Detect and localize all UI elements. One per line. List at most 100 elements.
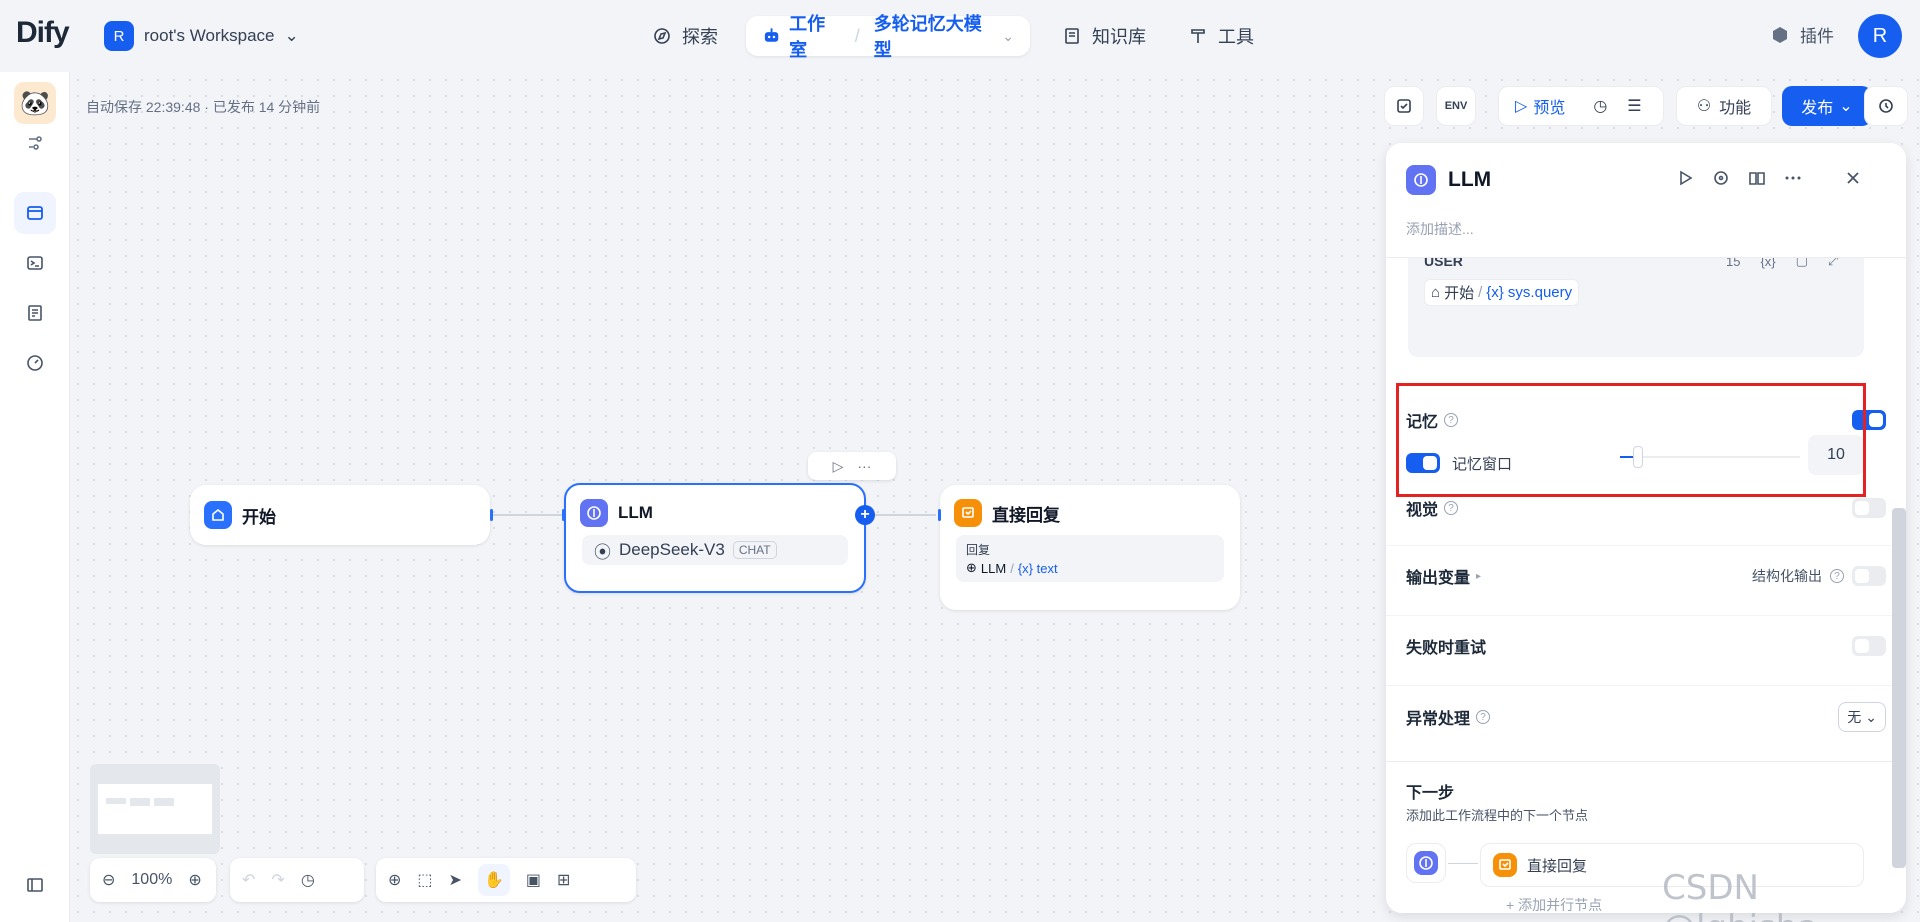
pointer-icon[interactable]: ➤ — [449, 870, 462, 890]
node-start[interactable]: 开始 — [190, 485, 490, 545]
retry-row: 失败时重试 — [1386, 631, 1906, 661]
add-parallel-node[interactable]: + 添加并行节点 — [1506, 895, 1602, 913]
user-avatar[interactable]: R — [1858, 14, 1902, 58]
reply-variable: ⊕ LLM / {x} text — [966, 560, 1214, 576]
nav-tools[interactable]: 工具 — [1188, 16, 1254, 56]
panel-scrollbar[interactable] — [1892, 508, 1906, 868]
error-handling-select[interactable]: 无 ⌄ — [1838, 702, 1886, 732]
features-button[interactable]: ⚇ 功能 — [1676, 86, 1772, 126]
nav-explore-label: 探索 — [682, 27, 718, 47]
panel-title[interactable]: LLM — [1448, 168, 1491, 192]
node-toolbar: ▷ ··· — [808, 452, 896, 480]
version-history-icon[interactable]: ◷ — [301, 870, 315, 890]
divider — [1386, 761, 1906, 762]
add-note-icon[interactable]: ⬚ — [417, 870, 432, 890]
minimap-node — [106, 798, 126, 804]
reply-label: 回复 — [966, 543, 991, 557]
llm-model-selector[interactable]: ⦿ DeepSeek-V3 CHAT — [582, 535, 848, 565]
user-prompt-box[interactable]: USER 15 {x} ▢ ⤢ ⌂ 开始 / {x} sys.query — [1408, 243, 1864, 357]
reply-var-node: LLM — [980, 560, 1007, 576]
answer-input-handle[interactable] — [938, 509, 941, 521]
history-icon[interactable] — [1864, 86, 1908, 126]
gauge-icon[interactable] — [14, 342, 56, 384]
sidebar-toggle-icon[interactable] — [14, 864, 56, 906]
nav-explore[interactable]: 探索 — [652, 16, 718, 56]
node-llm[interactable]: LLM ⦿ DeepSeek-V3 CHAT — [564, 483, 866, 593]
run-history-icon[interactable]: ◷ — [1593, 96, 1607, 116]
structured-output-toggle[interactable] — [1852, 566, 1886, 586]
publish-button[interactable]: 发布 ⌄ — [1782, 86, 1872, 126]
orchestrate-icon[interactable] — [14, 192, 56, 234]
app-icon[interactable]: 🐼 — [14, 82, 56, 124]
top-bar: Dify R root's Workspace ⌄ 探索 工作室 / 多轮记忆大… — [0, 0, 1920, 72]
minimap[interactable] — [90, 764, 220, 854]
more-icon[interactable] — [1784, 169, 1802, 187]
chevron-down-icon: ⌄ — [1002, 27, 1014, 44]
workspace-switcher[interactable]: R root's Workspace ⌄ — [104, 21, 299, 51]
vision-toggle[interactable] — [1852, 498, 1886, 518]
zoom-controls: ⊖ 100% ⊕ — [90, 858, 216, 902]
hand-icon[interactable]: ✋ — [477, 864, 510, 896]
dify-logo[interactable]: Dify — [16, 16, 70, 50]
logs-icon[interactable] — [14, 292, 56, 334]
chevron-down-icon: ⌄ — [1839, 98, 1853, 115]
llm-input-handle[interactable] — [562, 509, 565, 521]
llm-small-icon: ⊕ — [966, 560, 977, 575]
add-node-icon[interactable]: ⊕ — [388, 870, 401, 890]
run-node-icon[interactable]: ▷ — [833, 458, 844, 475]
checklist-icon[interactable]: ☰ — [1627, 96, 1641, 116]
locate-icon[interactable] — [1712, 169, 1730, 187]
user-var-separator: / — [1478, 284, 1483, 301]
nav-tools-label: 工具 — [1218, 27, 1254, 47]
organize-icon[interactable]: ⊞ — [557, 870, 570, 890]
book-icon — [1065, 28, 1079, 44]
model-provider-icon: ⦿ — [594, 542, 611, 562]
next-step-title: 下一步 — [1406, 785, 1455, 802]
help-icon[interactable]: ? — [1476, 710, 1491, 724]
llm-model-name: DeepSeek-V3 — [619, 540, 725, 559]
nav-studio[interactable]: 工作室 / 多轮记忆大模型 ⌄ — [746, 14, 1030, 60]
nav-separator: / — [854, 25, 860, 46]
description-input[interactable]: 添加描述... — [1406, 219, 1474, 239]
current-app-name[interactable]: 多轮记忆大模型 — [874, 10, 994, 62]
zoom-in-icon[interactable]: ⊕ — [188, 870, 201, 890]
plugins-label: 插件 — [1800, 27, 1834, 46]
vision-row: 视觉? — [1386, 493, 1906, 523]
add-next-node-icon[interactable]: + — [855, 505, 875, 525]
edge-start-llm — [492, 514, 562, 516]
more-icon[interactable]: ··· — [857, 458, 871, 474]
node-answer[interactable]: 直接回复 回复 ⊕ LLM / {x} text — [940, 485, 1240, 610]
features-icon: ⚇ — [1696, 98, 1712, 115]
next-node-label: 直接回复 — [1527, 857, 1588, 875]
node-llm-title: LLM — [618, 503, 653, 522]
close-icon[interactable] — [1844, 169, 1862, 187]
caret-right-icon[interactable]: ▸ — [1476, 571, 1481, 582]
features-label: 功能 — [1719, 100, 1752, 117]
divider — [1386, 685, 1906, 686]
output-vars-label[interactable]: 输出变量 — [1406, 564, 1470, 588]
preview-button[interactable]: ▷ 预览 — [1515, 94, 1565, 118]
redo-icon[interactable]: ↷ — [271, 870, 284, 890]
export-image-icon[interactable]: ▣ — [526, 870, 541, 890]
sliders-icon[interactable] — [14, 128, 56, 158]
nav-knowledge-label: 知识库 — [1092, 27, 1146, 47]
env-button[interactable]: ENV — [1436, 86, 1476, 126]
play-icon[interactable] — [1676, 169, 1694, 187]
publish-label: 发布 — [1801, 100, 1834, 117]
nav-knowledge[interactable]: 知识库 — [1062, 16, 1146, 56]
retry-toggle[interactable] — [1852, 636, 1886, 656]
help-icon[interactable]: ? — [1444, 501, 1459, 515]
memory-highlight-box — [1396, 383, 1866, 497]
plugins-button[interactable]: 插件 — [1770, 22, 1834, 47]
vision-label: 视觉 — [1406, 502, 1439, 519]
checklist-icon[interactable] — [1384, 86, 1424, 126]
zoom-out-icon[interactable]: ⊖ — [102, 870, 115, 890]
terminal-icon[interactable] — [14, 242, 56, 284]
reply-var-separator: / — [1010, 560, 1014, 576]
book-open-icon[interactable] — [1748, 169, 1766, 187]
start-output-handle[interactable] — [490, 509, 493, 521]
undo-icon[interactable]: ↶ — [242, 870, 255, 890]
help-icon[interactable]: ? — [1830, 569, 1844, 583]
zoom-level[interactable]: 100% — [131, 871, 172, 889]
add-parallel-label: 添加并行节点 — [1518, 897, 1603, 913]
